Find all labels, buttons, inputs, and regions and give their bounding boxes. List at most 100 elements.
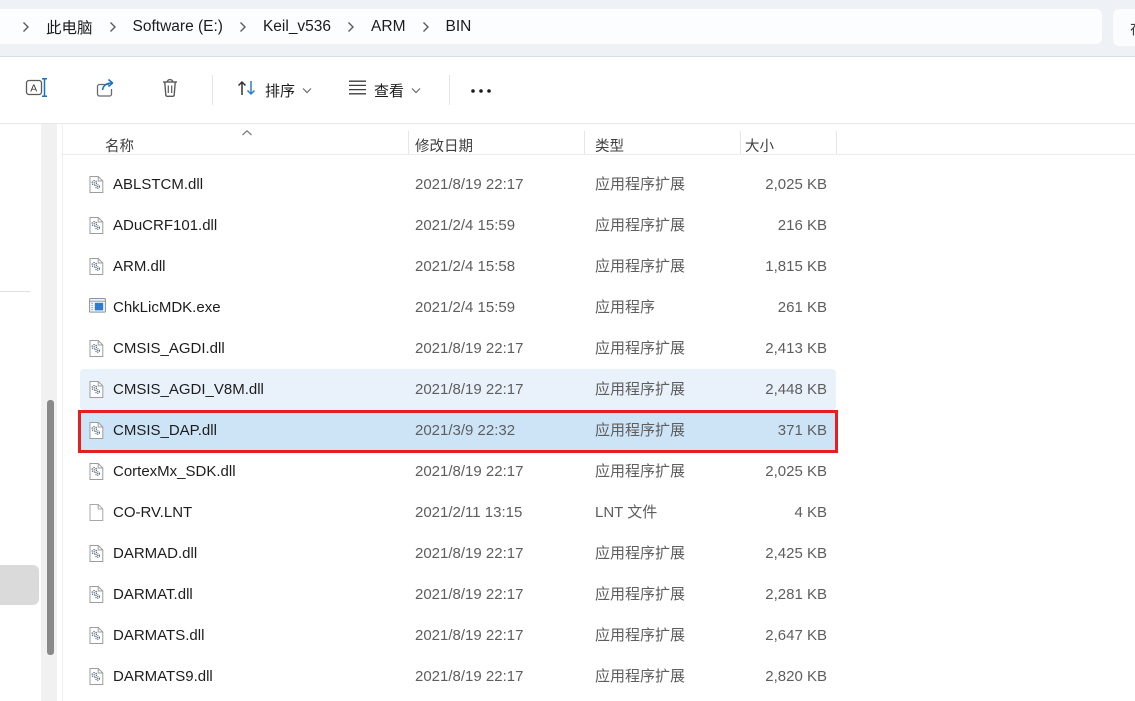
dll-file-icon	[89, 216, 104, 240]
more-options-button[interactable]	[466, 75, 496, 105]
view-button[interactable]: 查看	[342, 73, 427, 107]
view-button-label: 查看	[374, 80, 404, 101]
toolbar-divider	[212, 75, 213, 105]
file-row[interactable]: DARMAD.dll 2021/8/19 22:17 应用程序扩展 2,425 …	[80, 533, 836, 574]
file-date-modified: 2021/2/11 13:15	[415, 492, 522, 533]
file-size: 1,815 KB	[765, 246, 827, 287]
column-header-row: 名称 修改日期 类型 大小	[0, 127, 1135, 157]
file-type: 应用程序	[595, 287, 655, 328]
command-toolbar: A	[0, 57, 1135, 124]
rename-button[interactable]: A	[19, 71, 56, 109]
file-date-modified: 2021/8/19 22:17	[415, 369, 523, 410]
file-type: 应用程序扩展	[595, 328, 685, 369]
file-type: LNT 文件	[595, 492, 657, 533]
column-resize-handle[interactable]	[408, 131, 409, 154]
column-header-size[interactable]: 大小	[745, 135, 774, 156]
file-row[interactable]: CMSIS_DAP.dll 2021/3/9 22:32 应用程序扩展 371 …	[80, 410, 836, 451]
file-name: DARMATS9.dll	[113, 656, 213, 697]
file-row[interactable]: ABLSTCM.dll 2021/8/19 22:17 应用程序扩展 2,025…	[80, 164, 836, 205]
file-row[interactable]: ARM.dll 2021/2/4 15:58 应用程序扩展 1,815 KB	[80, 246, 836, 287]
file-row[interactable]: CMSIS_AGDI.dll 2021/8/19 22:17 应用程序扩展 2,…	[80, 328, 836, 369]
dll-file-icon	[89, 339, 104, 363]
dll-file-icon	[89, 421, 104, 445]
column-header-date-modified[interactable]: 修改日期	[415, 135, 473, 156]
file-name: CortexMx_SDK.dll	[113, 451, 236, 492]
file-size: 261 KB	[778, 287, 827, 328]
file-row[interactable]: CMSIS_AGDI_V8M.dll 2021/8/19 22:17 应用程序扩…	[80, 369, 836, 410]
file-row[interactable]: DARMATS9.dll 2021/8/19 22:17 应用程序扩展 2,82…	[80, 656, 836, 697]
view-list-icon	[348, 79, 367, 101]
file-date-modified: 2021/8/19 22:17	[415, 615, 523, 656]
file-date-modified: 2021/2/4 15:59	[415, 287, 515, 328]
file-type: 应用程序扩展	[595, 410, 685, 451]
file-type: 应用程序扩展	[595, 369, 685, 410]
file-name: CMSIS_AGDI.dll	[113, 328, 225, 369]
column-resize-handle[interactable]	[584, 131, 585, 154]
file-type: 应用程序扩展	[595, 164, 685, 205]
file-size: 4 KB	[794, 492, 827, 533]
breadcrumb-chevron-icon	[422, 21, 430, 33]
file-name: ADuCRF101.dll	[113, 205, 217, 246]
column-resize-handle[interactable]	[836, 131, 837, 154]
sort-button-label: 排序	[265, 80, 295, 101]
search-input[interactable]: 在	[1112, 8, 1135, 47]
share-icon	[95, 77, 117, 103]
column-header-type[interactable]: 类型	[595, 135, 624, 156]
file-name: CMSIS_DAP.dll	[113, 410, 217, 451]
file-name: DARMAT.dll	[113, 574, 193, 615]
breadcrumb-item-this-pc[interactable]: 此电脑	[37, 12, 102, 42]
file-row[interactable]: DARMAT.dll 2021/8/19 22:17 应用程序扩展 2,281 …	[80, 574, 836, 615]
file-date-modified: 2021/2/4 15:59	[415, 205, 515, 246]
dll-file-icon	[89, 544, 104, 568]
breadcrumb-chevron-icon	[347, 21, 355, 33]
dll-file-icon	[89, 380, 104, 404]
dll-file-icon	[89, 626, 104, 650]
file-date-modified: 2021/3/9 22:32	[415, 410, 515, 451]
breadcrumb-item-arm[interactable]: ARM	[362, 14, 414, 40]
breadcrumb-chevron-icon	[239, 21, 247, 33]
file-type: 应用程序扩展	[595, 615, 685, 656]
column-resize-handle[interactable]	[740, 131, 741, 154]
file-row[interactable]: CortexMx_SDK.dll 2021/8/19 22:17 应用程序扩展 …	[80, 451, 836, 492]
chevron-down-icon	[411, 81, 421, 99]
file-type: 应用程序扩展	[595, 533, 685, 574]
file-row[interactable]: ChkLicMDK.exe 2021/2/4 15:59 应用程序 261 KB	[80, 287, 836, 328]
file-name: DARMATS.dll	[113, 615, 204, 656]
file-list-pane: 名称 修改日期 类型 大小 ABLSTCM.dll 2021/8/19 22:1…	[0, 124, 1135, 701]
navigation-pane-divider	[0, 291, 30, 292]
file-type: 应用程序扩展	[595, 656, 685, 697]
breadcrumb-chevron-icon	[109, 21, 117, 33]
file-date-modified: 2021/8/19 22:17	[415, 164, 523, 205]
file-name: DARMAD.dll	[113, 533, 197, 574]
scrollbar-track[interactable]	[41, 124, 57, 701]
file-date-modified: 2021/8/19 22:17	[415, 656, 523, 697]
file-date-modified: 2021/8/19 22:17	[415, 574, 523, 615]
file-type: 应用程序扩展	[595, 246, 685, 287]
file-type: 应用程序扩展	[595, 205, 685, 246]
sort-button[interactable]: 排序	[230, 73, 318, 108]
header-underline	[62, 154, 1135, 155]
file-size: 2,281 KB	[765, 574, 827, 615]
share-button[interactable]	[89, 71, 123, 109]
file-row[interactable]: CO-RV.LNT 2021/2/11 13:15 LNT 文件 4 KB	[80, 492, 836, 533]
sort-ascending-indicator	[241, 124, 253, 142]
file-rows: ABLSTCM.dll 2021/8/19 22:17 应用程序扩展 2,025…	[80, 164, 836, 697]
delete-button[interactable]	[154, 71, 186, 109]
file-size: 2,025 KB	[765, 451, 827, 492]
file-name: ARM.dll	[113, 246, 166, 287]
scrollbar-thumb[interactable]	[47, 400, 54, 655]
dll-file-icon	[89, 585, 104, 609]
file-row[interactable]: DARMATS.dll 2021/8/19 22:17 应用程序扩展 2,647…	[80, 615, 836, 656]
navigation-pane-item-remnant[interactable]	[0, 565, 39, 605]
file-size: 2,425 KB	[765, 533, 827, 574]
toolbar-divider	[449, 75, 450, 105]
breadcrumb-item-bin[interactable]: BIN	[437, 14, 481, 40]
breadcrumb-item-drive[interactable]: Software (E:)	[124, 14, 232, 40]
file-row[interactable]: ADuCRF101.dll 2021/2/4 15:59 应用程序扩展 216 …	[80, 205, 836, 246]
application-file-icon	[89, 298, 106, 318]
chevron-down-icon	[302, 81, 312, 99]
column-header-name[interactable]: 名称	[105, 135, 134, 156]
dll-file-icon	[89, 175, 104, 199]
breadcrumb-item-keil[interactable]: Keil_v536	[254, 14, 340, 40]
file-size: 216 KB	[778, 205, 827, 246]
